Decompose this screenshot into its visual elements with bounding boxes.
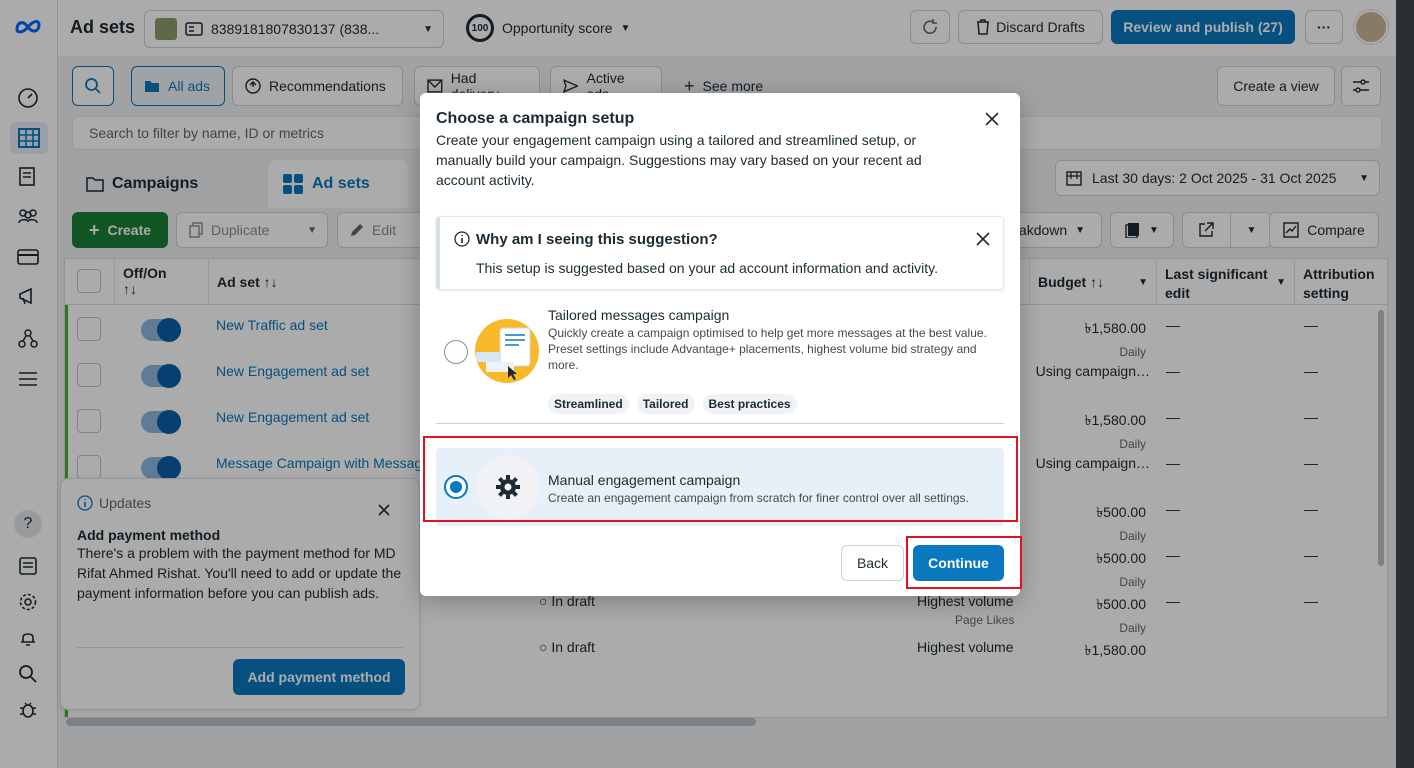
tag-tailored: Tailored [636, 394, 695, 414]
info-title: Why am I seeing this suggestion? [476, 231, 718, 248]
tag-best-practices: Best practices [702, 394, 797, 414]
tailored-campaign-illustration-icon [475, 319, 539, 383]
tailored-title: Tailored messages campaign [548, 307, 730, 323]
tailored-radio[interactable] [444, 340, 468, 364]
info-icon [454, 231, 470, 250]
suggestion-info-box: Why am I seeing this suggestion? This se… [436, 216, 1004, 290]
choose-campaign-setup-dialog: Choose a campaign setup Create your enga… [420, 93, 1022, 596]
info-text: This setup is suggested based on your ad… [476, 260, 939, 276]
close-icon[interactable] [983, 110, 1001, 128]
tailored-description: Quickly create a campaign optimised to h… [548, 326, 987, 372]
back-button[interactable]: Back [841, 545, 904, 581]
highlight-box [906, 536, 1022, 589]
option-tailored-messages[interactable]: Tailored messages campaign Quickly creat… [436, 306, 1004, 414]
dialog-description: Create your engagement campaign using a … [436, 132, 922, 188]
window-edge [1396, 0, 1414, 768]
divider [436, 423, 1004, 424]
highlight-box [423, 436, 1018, 522]
tag-streamlined: Streamlined [548, 394, 629, 414]
dialog-title: Choose a campaign setup [436, 110, 635, 127]
close-icon[interactable] [976, 232, 990, 249]
tailored-tags: Streamlined Tailored Best practices [548, 394, 797, 414]
